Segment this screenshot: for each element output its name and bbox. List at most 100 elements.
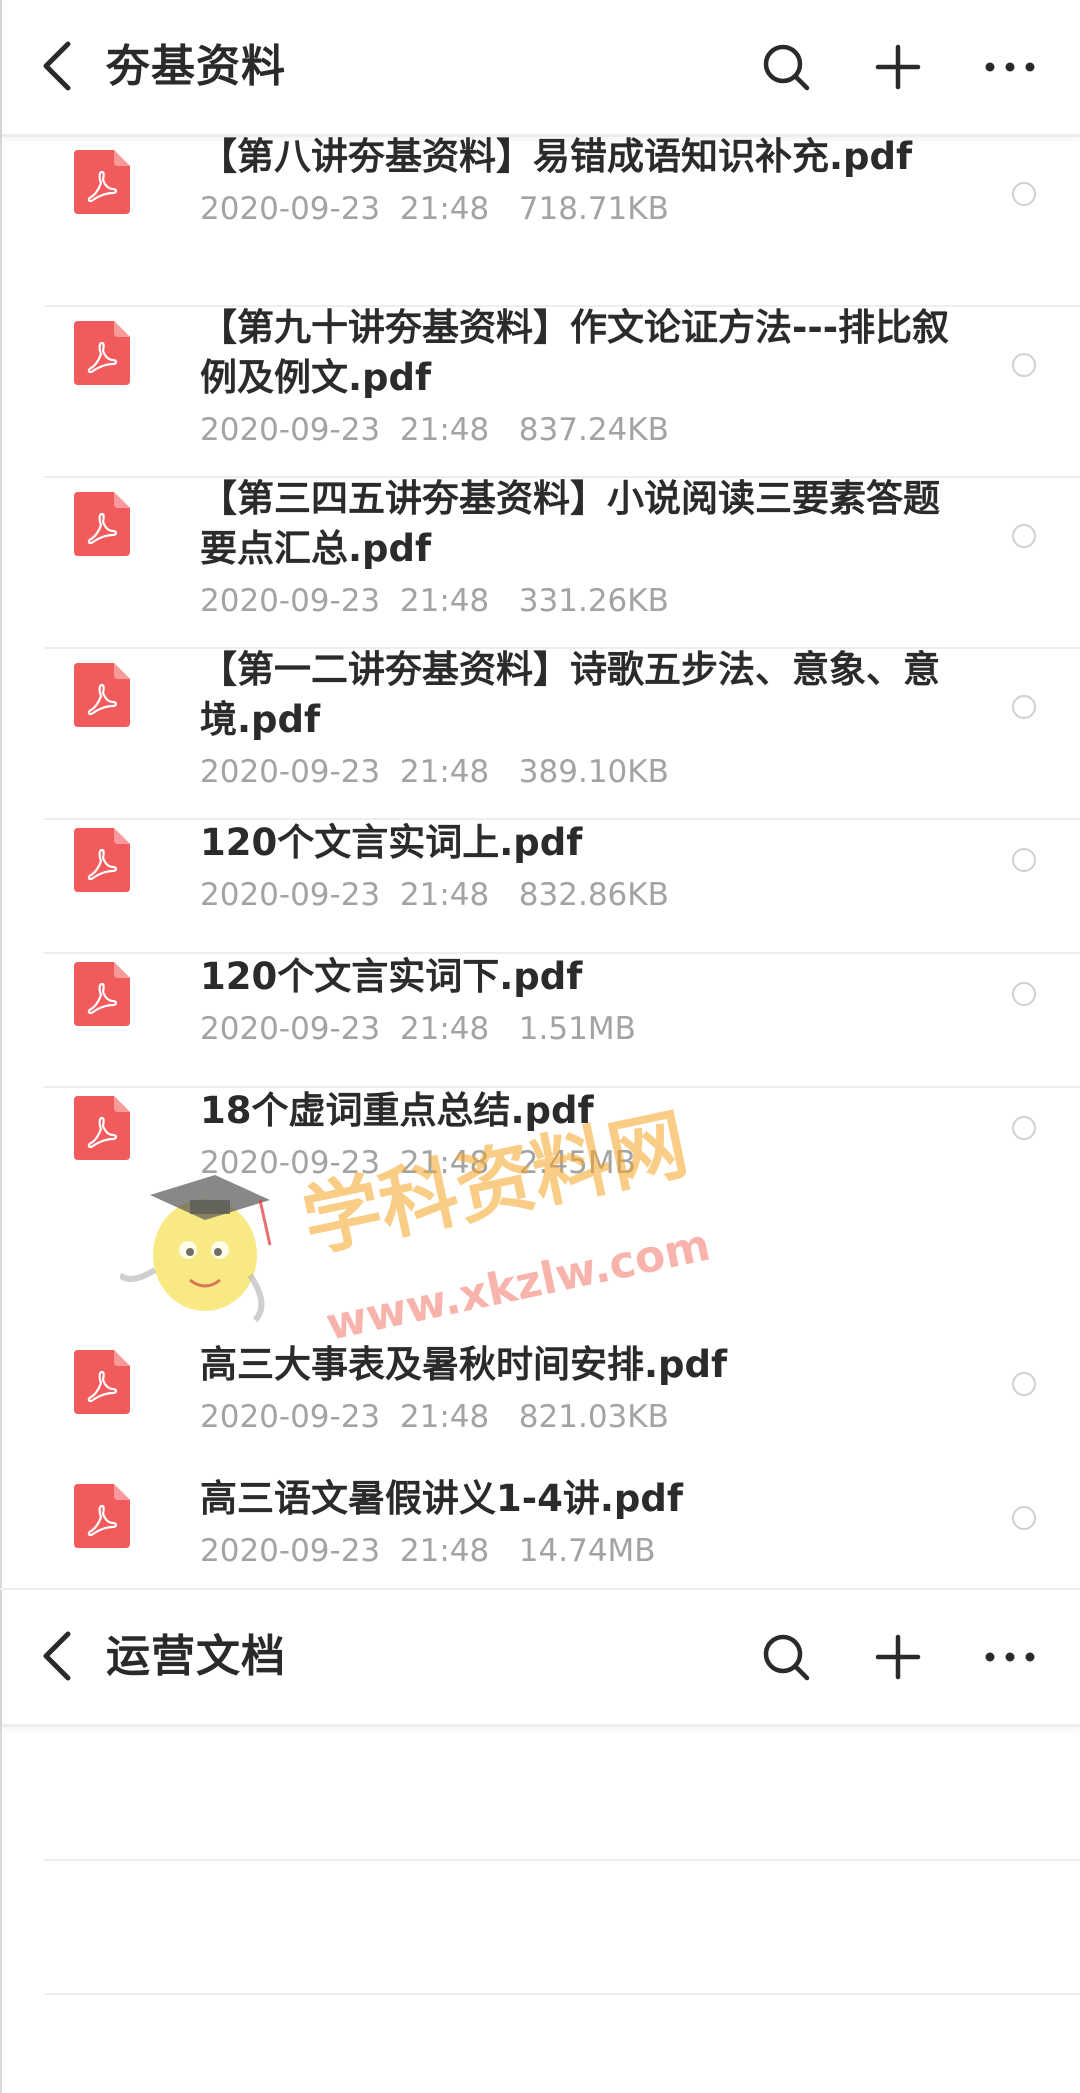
file-meta: 2020-09-23 21:48 718.71KB [200,186,970,232]
file-size: 14.74MB [518,1533,656,1569]
file-name: 【第八讲夯基资料】易错成语知识补充.pdf [200,135,913,178]
file-date: 2020-09-23 [200,191,381,227]
file-date: 2020-09-23 [200,754,381,790]
select-radio[interactable] [1012,182,1036,206]
select-radio[interactable] [1012,1372,1036,1396]
pdf-file-icon [74,1484,130,1548]
pdf-file-icon [74,1350,130,1414]
file-browser-screen-2: 运营文档 高三大事表及暑秋时间安排.pdf 2020-09-23 21:48 8… [0,1343,1080,2093]
select-radio[interactable] [1012,1506,1036,1530]
row-divider [44,1993,1080,1995]
file-list: 高三大事表及暑秋时间安排.pdf 2020-09-23 21:48 821.03… [2,1343,1080,1995]
file-time: 21:48 [399,583,490,619]
more-button[interactable] [980,1627,1040,1687]
pdf-file-icon [74,321,130,385]
file-size: 832.86KB [518,877,669,913]
file-time: 21:48 [399,191,490,227]
file-meta: 2020-09-23 21:48 837.24KB [200,407,970,453]
more-horizontal-icon [985,62,1035,72]
file-size: 837.24KB [518,412,669,448]
file-date: 2020-09-23 [200,1011,381,1047]
file-size: 821.03KB [518,1399,669,1435]
file-info: 120个文言实词下.pdf 2020-09-23 21:48 1.51MB [200,952,970,1052]
select-radio[interactable] [1012,848,1036,872]
file-time: 21:48 [399,1399,490,1435]
pdf-file-icon [74,1096,130,1160]
file-time: 21:48 [399,754,490,790]
file-list-item[interactable]: 高三大事表及暑秋时间安排.pdf 2020-09-23 21:48 821.03… [2,1343,1080,1861]
add-button[interactable] [868,37,928,97]
file-name: 高三语文暑假讲义1-4讲.pdf [200,1477,683,1520]
file-info: 18个虚词重点总结.pdf 2020-09-23 21:48 2.45MB [200,1086,970,1186]
file-date: 2020-09-23 [200,412,381,448]
file-list-item[interactable]: 18个虚词重点总结.pdf 2020-09-23 21:48 2.45MB [2,1088,1080,1222]
more-horizontal-icon [985,1652,1035,1662]
select-radio[interactable] [1012,695,1036,719]
file-size: 331.26KB [518,583,669,619]
file-list-item[interactable]: 120个文言实词上.pdf 2020-09-23 21:48 832.86KB [2,820,1080,954]
select-radio[interactable] [1012,524,1036,548]
file-meta: 2020-09-23 21:48 821.03KB [200,1394,970,1440]
chevron-left-icon [43,41,71,91]
back-button[interactable] [36,36,80,96]
file-list-item[interactable]: 【第一二讲夯基资料】诗歌五步法、意象、意境.pdf 2020-09-23 21:… [2,648,1080,820]
file-name: 【第一二讲夯基资料】诗歌五步法、意象、意境.pdf [200,648,940,741]
add-button[interactable] [868,1627,928,1687]
file-name: 【第三四五讲夯基资料】小说阅读三要素答题要点汇总.pdf [200,477,940,570]
select-radio[interactable] [1012,1116,1036,1140]
select-radio[interactable] [1012,353,1036,377]
file-date: 2020-09-23 [200,583,381,619]
file-size: 1.51MB [518,1011,636,1047]
select-radio[interactable] [1012,982,1036,1006]
pdf-file-icon [74,150,130,214]
file-name: 18个虚词重点总结.pdf [200,1089,594,1132]
file-date: 2020-09-23 [200,1145,381,1181]
file-info: 【第九十讲夯基资料】作文论证方法---排比叙例及例文.pdf 2020-09-2… [200,303,970,453]
file-size: 389.10KB [518,754,669,790]
file-name: 120个文言实词上.pdf [200,821,583,864]
search-button[interactable] [756,1627,816,1687]
search-icon [763,44,810,91]
chevron-left-icon [43,1631,71,1681]
file-list-item[interactable]: 【第八讲夯基资料】易错成语知识补充.pdf 2020-09-23 21:48 7… [2,135,1080,307]
file-time: 21:48 [399,1145,490,1181]
back-button[interactable] [36,1626,80,1686]
search-icon [763,1634,810,1681]
pdf-file-icon [74,663,130,727]
app-header: 夯基资料 [2,0,1080,137]
file-info: 【第八讲夯基资料】易错成语知识补充.pdf 2020-09-23 21:48 7… [200,132,970,232]
file-list: 【第八讲夯基资料】易错成语知识补充.pdf 2020-09-23 21:48 7… [2,135,1080,1222]
file-time: 21:48 [399,412,490,448]
file-meta: 2020-09-23 21:48 331.26KB [200,578,970,624]
header-actions [704,1624,1040,1690]
more-button[interactable] [980,37,1040,97]
file-list-item[interactable]: 【第九十讲夯基资料】作文论证方法---排比叙例及例文.pdf 2020-09-2… [2,306,1080,478]
file-info: 【第三四五讲夯基资料】小说阅读三要素答题要点汇总.pdf 2020-09-23 … [200,474,970,624]
file-list-item[interactable]: 120个文言实词下.pdf 2020-09-23 21:48 1.51MB [2,954,1080,1088]
page-title: 运营文档 [106,1631,286,1682]
file-info: 【第一二讲夯基资料】诗歌五步法、意象、意境.pdf 2020-09-23 21:… [200,645,970,795]
file-time: 21:48 [399,1011,490,1047]
header-actions [704,34,1040,100]
file-time: 21:48 [399,1533,490,1569]
file-meta: 2020-09-23 21:48 2.45MB [200,1140,970,1186]
file-time: 21:48 [399,877,490,913]
file-info: 120个文言实词上.pdf 2020-09-23 21:48 832.86KB [200,818,970,918]
file-list-item[interactable]: 【第三四五讲夯基资料】小说阅读三要素答题要点汇总.pdf 2020-09-23 … [2,477,1080,649]
file-meta: 2020-09-23 21:48 389.10KB [200,749,970,795]
file-size: 2.45MB [518,1145,636,1181]
plus-icon [875,44,921,90]
file-date: 2020-09-23 [200,877,381,913]
search-button[interactable] [756,37,816,97]
file-meta: 2020-09-23 21:48 14.74MB [200,1528,970,1574]
pdf-file-icon [74,492,130,556]
app-header: 运营文档 [2,1590,1080,1727]
file-info: 高三大事表及暑秋时间安排.pdf 2020-09-23 21:48 821.03… [200,1340,970,1440]
file-name: 120个文言实词下.pdf [200,955,583,998]
plus-icon [875,1634,921,1680]
file-date: 2020-09-23 [200,1399,381,1435]
file-meta: 2020-09-23 21:48 1.51MB [200,1006,970,1052]
file-list-item[interactable]: 高三语文暑假讲义1-4讲.pdf 2020-09-23 21:48 14.74M… [2,1477,1080,1995]
pdf-file-icon [74,962,130,1026]
file-name: 高三大事表及暑秋时间安排.pdf [200,1343,728,1386]
